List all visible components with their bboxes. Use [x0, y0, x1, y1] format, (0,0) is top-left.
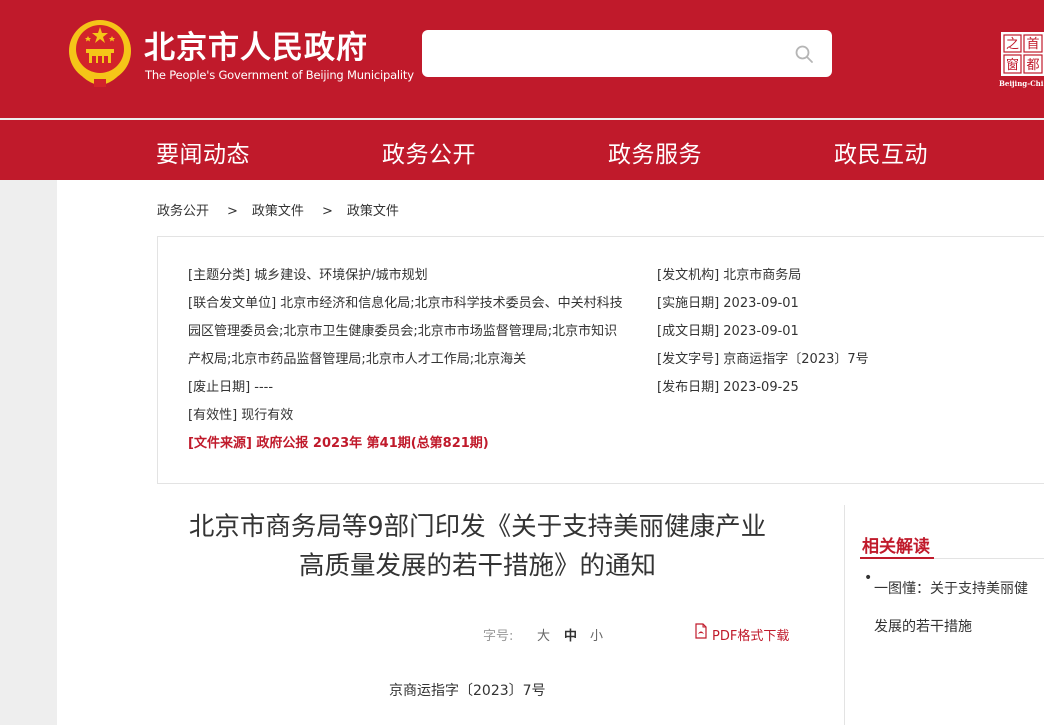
search-box[interactable]	[422, 30, 832, 77]
breadcrumb-item[interactable]: 政策文件	[347, 204, 399, 219]
breadcrumb-item[interactable]: 政策文件	[252, 204, 304, 219]
info-impl-date: [实施日期] 2023-09-01	[657, 296, 799, 311]
info-abolish-date: [废止日期] ----	[188, 380, 274, 395]
document-number: 京商运指字〔2023〕7号	[389, 683, 546, 699]
window-logo-char: 都	[1026, 58, 1039, 73]
nav-item-news[interactable]: 要闻动态	[156, 135, 250, 169]
info-publish-date: [发布日期] 2023-09-25	[657, 380, 799, 395]
info-validity: [有效性] 现行有效	[188, 408, 294, 423]
info-joint-issuers: [联合发文单位] 北京市经济和信息化局;北京市科学技术委员会、中关村科技	[188, 296, 623, 311]
national-emblem-icon[interactable]	[66, 17, 134, 89]
site-header: 北京市人民政府 The People's Government of Beiji…	[0, 0, 1044, 118]
info-issuer: [发文机构] 北京市商务局	[657, 268, 802, 283]
capital-window-logo-icon[interactable]: 之 首 窗 都 Beijing-Chi	[998, 30, 1044, 88]
window-logo-char: 窗	[1006, 57, 1019, 73]
related-reading-item[interactable]: 一图懂：关于支持美丽健 发展的若干措施	[874, 570, 1044, 646]
window-logo-caption: Beijing-Chi	[999, 79, 1044, 88]
article-title: 北京市商务局等9部门印发《关于支持美丽健康产业 高质量发展的若干措施》的通知	[150, 508, 805, 586]
related-reading-title: 相关解读	[862, 537, 930, 557]
window-logo-char: 之	[1006, 37, 1019, 52]
info-joint-issuers: 园区管理委员会;北京市卫生健康委员会;北京市市场监督管理局;北京市知识	[188, 324, 618, 339]
window-logo-char: 首	[1026, 37, 1039, 52]
breadcrumb-separator: >	[227, 204, 238, 219]
font-size-small-button[interactable]: 小	[590, 625, 603, 644]
related-reading-underline	[860, 557, 934, 559]
site-title-english[interactable]: The People's Government of Beijing Munic…	[145, 68, 414, 82]
nav-item-gov-affairs[interactable]: 政务公开	[382, 135, 476, 169]
article-title-line: 北京市商务局等9部门印发《关于支持美丽健康产业	[188, 512, 767, 542]
nav-item-interaction[interactable]: 政民互动	[834, 135, 928, 169]
related-item-line[interactable]: 一图懂：关于支持美丽健	[874, 570, 1044, 608]
pdf-download-link[interactable]: PDF格式下载	[712, 625, 789, 644]
breadcrumb: 政务公开 > 政策文件 > 政策文件	[157, 200, 399, 219]
site-title[interactable]: 北京市人民政府	[144, 22, 368, 67]
pdf-download-icon[interactable]	[694, 623, 708, 639]
info-doc-number: [发文字号] 京商运指字〔2023〕7号	[657, 352, 869, 367]
search-input[interactable]	[434, 38, 784, 69]
font-size-large-button[interactable]: 大	[537, 625, 550, 644]
article-title-line: 高质量发展的若干措施》的通知	[298, 551, 656, 581]
sidebar-divider	[844, 505, 845, 725]
breadcrumb-separator: >	[321, 204, 333, 219]
search-icon[interactable]	[794, 44, 814, 64]
related-item-line[interactable]: 发展的若干措施	[874, 608, 1044, 646]
info-source: [文件来源] 政府公报 2023年 第41期(总第821期)	[188, 436, 489, 451]
font-size-medium-button[interactable]: 中	[564, 625, 577, 644]
info-joint-issuers: 产权局;北京市药品监督管理局;北京市人才工作局;北京海关	[188, 352, 527, 367]
main-nav: 要闻动态 政务公开 政务服务 政民互动	[0, 120, 1044, 180]
breadcrumb-item[interactable]: 政务公开	[157, 204, 209, 219]
nav-item-gov-services[interactable]: 政务服务	[608, 135, 702, 169]
info-written-date: [成文日期] 2023-09-01	[657, 324, 799, 339]
font-size-label: 字号:	[483, 629, 514, 644]
list-bullet: •	[864, 570, 873, 586]
info-theme: [主题分类] 城乡建设、环境保护/城市规划	[188, 268, 428, 283]
